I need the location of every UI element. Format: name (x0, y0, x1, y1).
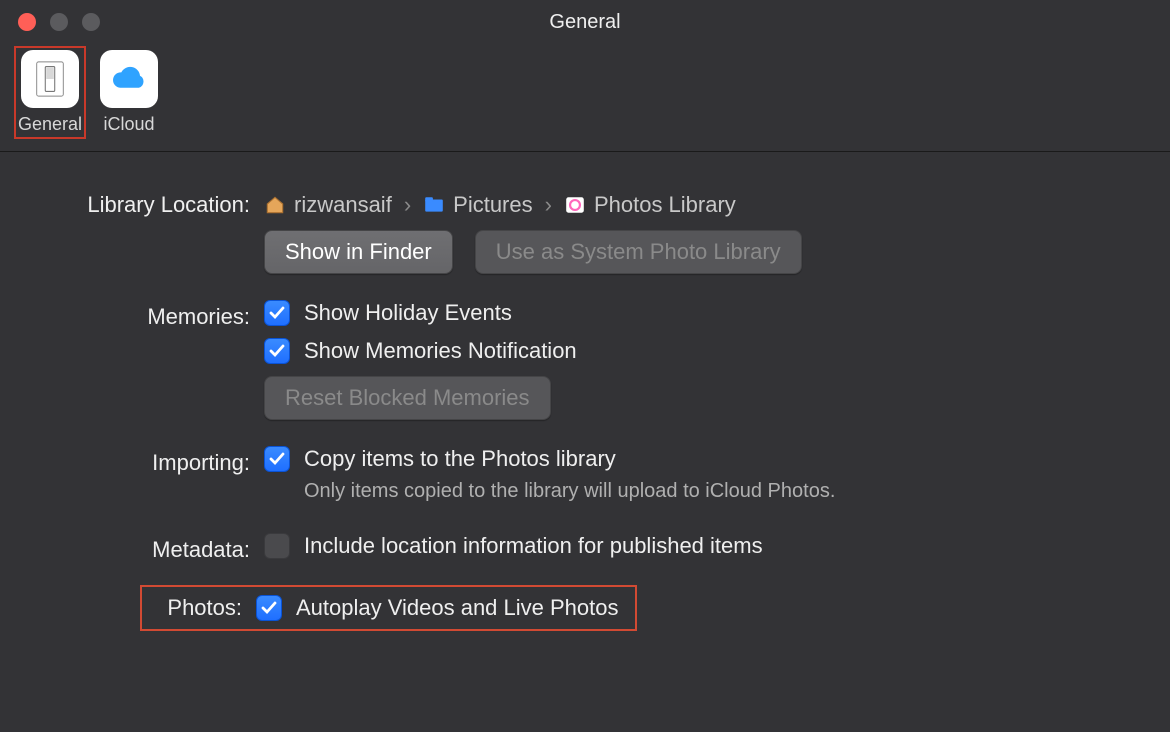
tab-general-label: General (18, 114, 82, 135)
chevron-right-icon: › (404, 192, 411, 218)
folder-icon (423, 194, 445, 216)
show-in-finder-button[interactable]: Show in Finder (264, 230, 453, 274)
library-location-label: Library Location: (40, 188, 250, 218)
photos-highlight: Photos: Autoplay Videos and Live Photos (140, 585, 637, 631)
row-library-location: Library Location: rizwansaif › Pictures … (40, 188, 1130, 274)
switch-icon (21, 50, 79, 108)
copy-items-label: Copy items to the Photos library (304, 446, 616, 472)
titlebar: General (0, 0, 1170, 44)
include-location-checkbox[interactable]: Include location information for publish… (264, 533, 1130, 559)
importing-helper-text: Only items copied to the library will up… (304, 480, 1130, 503)
autoplay-label: Autoplay Videos and Live Photos (296, 595, 619, 621)
crumb-pictures-text: Pictures (453, 192, 532, 218)
checkbox-checked-icon (264, 338, 290, 364)
row-importing: Importing: Copy items to the Photos libr… (40, 446, 1130, 503)
show-memories-notification-label: Show Memories Notification (304, 338, 577, 364)
row-metadata: Metadata: Include location information f… (40, 533, 1130, 563)
autoplay-checkbox[interactable]: Autoplay Videos and Live Photos (256, 595, 619, 621)
checkbox-checked-icon (256, 595, 282, 621)
home-icon (264, 194, 286, 216)
crumb-library-text: Photos Library (594, 192, 736, 218)
importing-label: Importing: (40, 446, 250, 476)
crumb-home-text: rizwansaif (294, 192, 392, 218)
checkbox-checked-icon (264, 446, 290, 472)
crumb-pictures: Pictures (423, 192, 532, 218)
tab-icloud[interactable]: iCloud (96, 46, 162, 139)
chevron-right-icon: › (545, 192, 552, 218)
row-memories: Memories: Show Holiday Events Show Memor… (40, 300, 1130, 420)
show-holiday-events-checkbox[interactable]: Show Holiday Events (264, 300, 1130, 326)
include-location-label: Include location information for publish… (304, 533, 763, 559)
library-location-path: rizwansaif › Pictures › Photos Library (264, 188, 1130, 218)
show-memories-notification-checkbox[interactable]: Show Memories Notification (264, 338, 1130, 364)
content: Library Location: rizwansaif › Pictures … (0, 152, 1170, 631)
window-title: General (0, 11, 1170, 34)
show-holiday-events-label: Show Holiday Events (304, 300, 512, 326)
prefs-toolbar: General iCloud (0, 44, 1170, 152)
tab-icloud-label: iCloud (104, 114, 155, 135)
copy-items-checkbox[interactable]: Copy items to the Photos library (264, 446, 1130, 472)
crumb-home: rizwansaif (264, 192, 392, 218)
cloud-icon (100, 50, 158, 108)
use-as-system-library-button: Use as System Photo Library (475, 230, 802, 274)
reset-blocked-memories-button: Reset Blocked Memories (264, 376, 551, 420)
checkbox-unchecked-icon (264, 533, 290, 559)
checkbox-checked-icon (264, 300, 290, 326)
row-photos: Photos: Autoplay Videos and Live Photos (40, 585, 1130, 631)
crumb-library: Photos Library (564, 192, 736, 218)
photos-library-icon (564, 194, 586, 216)
memories-label: Memories: (40, 300, 250, 330)
metadata-label: Metadata: (40, 533, 250, 563)
tab-general[interactable]: General (14, 46, 86, 139)
photos-label: Photos: (152, 595, 242, 621)
